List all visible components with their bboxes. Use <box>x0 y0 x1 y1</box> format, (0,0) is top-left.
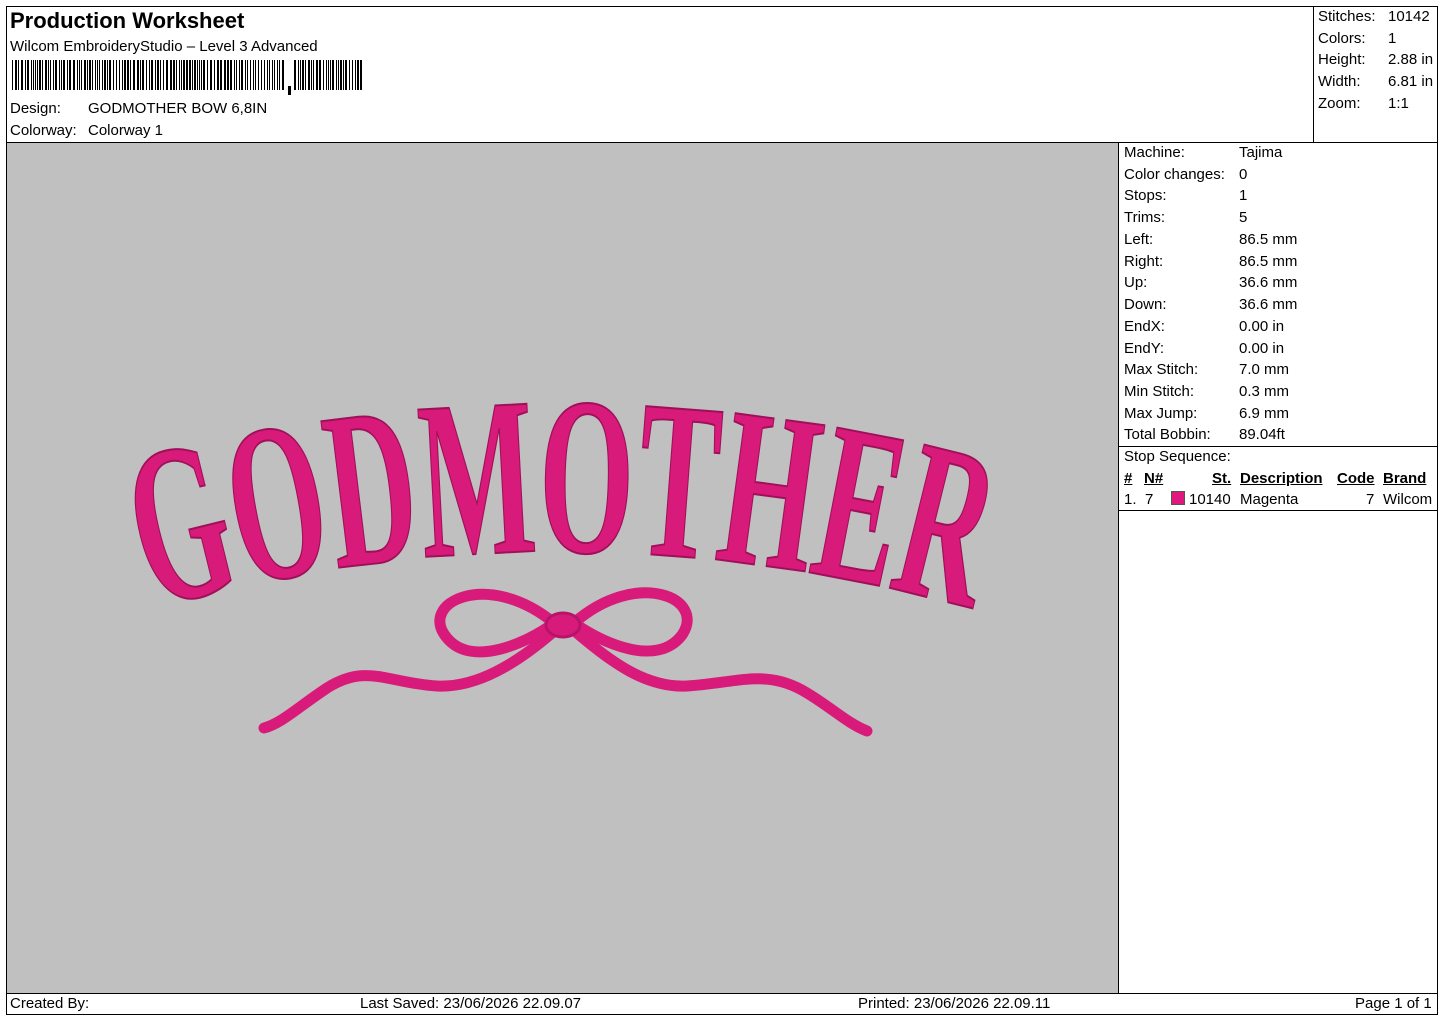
info-right: Right: 86.5 mm <box>1124 253 1298 270</box>
seq-end-divider <box>1119 510 1438 511</box>
design-label: Design: <box>10 100 61 117</box>
footer-created-by: Created By: <box>10 995 90 1012</box>
seq-header-brand: Brand <box>1383 470 1427 487</box>
page-title: Production Worksheet <box>10 8 245 33</box>
seq-row-num: 1. <box>1124 491 1137 508</box>
seq-row-stitches: 10140 <box>1189 491 1231 508</box>
design-value: GODMOTHER BOW 6,8IN <box>88 100 268 117</box>
info-stops: Stops: 1 <box>1124 187 1248 204</box>
embroidery-design: GODMOTHER <box>103 349 1022 737</box>
software-name: Wilcom EmbroideryStudio – Level 3 Advanc… <box>10 38 318 55</box>
seq-row-needle: 7 <box>1145 491 1154 508</box>
colorway-label: Colorway: <box>10 122 77 139</box>
info-machine: Machine: Tajima <box>1124 144 1283 161</box>
stop-sequence-title: Stop Sequence: <box>1124 448 1231 465</box>
seq-header-stitches: St. <box>1212 470 1232 487</box>
footer-page-number: Page 1 of 1 <box>1355 995 1432 1012</box>
stats-divider <box>1313 7 1314 142</box>
info-min-stitch: Min Stitch: 0.3 mm <box>1124 383 1290 400</box>
stat-colors: Colors: 1 <box>1318 30 1397 47</box>
info-color-changes: Color changes: 0 <box>1124 166 1248 183</box>
info-endy: EndY: 0.00 in <box>1124 340 1285 357</box>
barcode-image <box>12 60 362 95</box>
colorway-value: Colorway 1 <box>88 122 164 139</box>
seq-row-description: Magenta <box>1240 491 1299 508</box>
info-seq-divider <box>1119 446 1438 447</box>
info-left: Left: 86.5 mm <box>1124 231 1298 248</box>
footer-last-saved: Last Saved: 23/06/2026 22.09.07 <box>360 995 582 1012</box>
footer-divider <box>7 993 1438 994</box>
footer-printed: Printed: 23/06/2026 22.09.11 <box>858 995 1051 1012</box>
info-max-jump: Max Jump: 6.9 mm <box>1124 405 1290 422</box>
seq-header-code: Code <box>1337 470 1375 487</box>
color-swatch <box>1171 491 1185 505</box>
stat-stitches: Stitches: 10142 <box>1318 8 1430 25</box>
info-max-stitch: Max Stitch: 7.0 mm <box>1124 361 1290 378</box>
info-total-bobbin: Total Bobbin: 89.04ft <box>1124 426 1285 443</box>
seq-header-needle: N# <box>1144 470 1164 487</box>
godmother-embroidery-text: GODMOTHER <box>104 350 1022 656</box>
seq-header-description: Description <box>1240 470 1323 487</box>
info-endx: EndX: 0.00 in <box>1124 318 1285 335</box>
seq-row-code: 7 <box>1366 491 1375 508</box>
stat-width: Width: 6.81 in <box>1318 73 1434 90</box>
stat-height: Height: 2.88 in <box>1318 51 1434 68</box>
seq-header-num: # <box>1124 470 1133 487</box>
info-down: Down: 36.6 mm <box>1124 296 1298 313</box>
info-trims: Trims: 5 <box>1124 209 1248 226</box>
stat-zoom: Zoom: 1:1 <box>1318 95 1409 112</box>
info-up: Up: 36.6 mm <box>1124 274 1298 291</box>
info-divider <box>1118 142 1119 993</box>
design-preview: GODMOTHER <box>7 143 1118 993</box>
seq-row-brand: Wilcom <box>1383 491 1433 508</box>
